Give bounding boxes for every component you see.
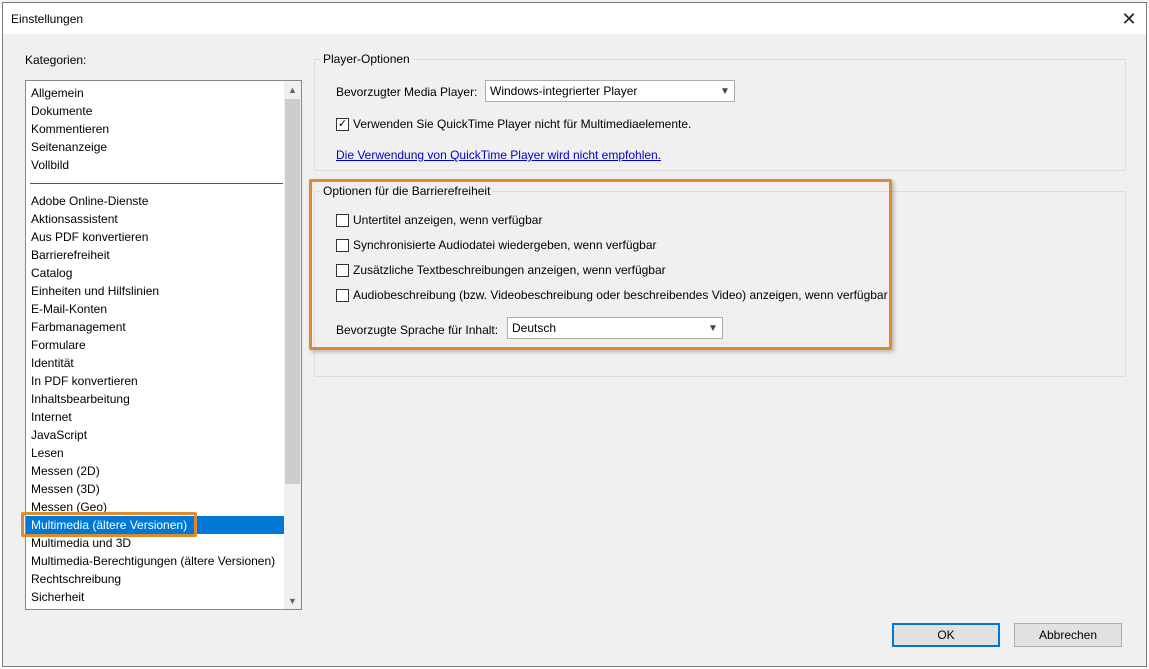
category-item[interactable]: Allgemein xyxy=(26,84,285,102)
category-item[interactable]: Farbmanagement xyxy=(26,318,285,336)
category-item[interactable]: Multimedia-Berechtigungen (ältere Versio… xyxy=(26,552,285,570)
list-scrollbar[interactable]: ▲ ▼ xyxy=(284,81,301,609)
categories-label: Kategorien: xyxy=(25,53,87,67)
category-item[interactable]: Sicherheit xyxy=(26,588,285,606)
accessibility-checkbox[interactable] xyxy=(336,263,349,277)
category-item[interactable]: Dokumente xyxy=(26,102,285,120)
accessibility-options-title: Optionen für die Barrierefreiheit xyxy=(321,184,493,198)
quicktime-checkbox[interactable]: ✓ xyxy=(336,117,349,131)
accessibility-checkbox[interactable] xyxy=(336,238,349,252)
category-item[interactable]: Identität xyxy=(26,354,285,372)
category-item[interactable]: Inhaltsbearbeitung xyxy=(26,390,285,408)
ok-button[interactable]: OK xyxy=(892,623,1000,647)
category-item[interactable]: Catalog xyxy=(26,264,285,282)
accessibility-option-label: Zusätzliche Textbeschreibungen anzeigen,… xyxy=(353,263,666,277)
categories-list[interactable]: Allgemein Dokumente Kommentieren Seitenanze… xyxy=(25,80,302,610)
category-separator xyxy=(26,174,285,192)
scroll-down-icon[interactable]: ▼ xyxy=(284,592,301,609)
accessibility-option[interactable]: Untertitel anzeigen, wenn verfügbar xyxy=(336,213,542,227)
accessibility-option[interactable]: Synchronisierte Audiodatei wiedergeben, … xyxy=(336,238,657,252)
language-label: Bevorzugte Sprache für Inhalt: xyxy=(336,323,499,337)
category-item[interactable]: Messen (3D) xyxy=(26,480,285,498)
quicktime-link[interactable]: Die Verwendung von QuickTime Player wird… xyxy=(336,148,661,162)
window-title: Einstellungen xyxy=(11,12,84,26)
language-value: Deutsch xyxy=(512,321,557,335)
language-select[interactable]: Deutsch ▼ xyxy=(507,317,723,339)
media-player-select[interactable]: Windows-integrierter Player ▼ xyxy=(485,80,735,102)
category-item[interactable]: Rechtschreibung xyxy=(26,570,285,588)
title-bar: Einstellungen ✕ xyxy=(3,3,1146,34)
category-item[interactable]: Messen (2D) xyxy=(26,462,285,480)
cancel-button[interactable]: Abbrechen xyxy=(1014,623,1122,647)
accessibility-option[interactable]: Audiobeschreibung (bzw. Videobeschreibun… xyxy=(336,288,888,302)
player-options-title: Player-Optionen xyxy=(321,52,412,66)
category-item[interactable]: Kommentieren xyxy=(26,120,285,138)
chevron-down-icon: ▼ xyxy=(708,322,718,334)
scroll-thumb[interactable] xyxy=(285,99,300,484)
category-item[interactable]: Barrierefreiheit xyxy=(26,246,285,264)
accessibility-checkbox[interactable] xyxy=(336,288,349,302)
category-item[interactable]: Internet xyxy=(26,408,285,426)
category-item[interactable]: Lesen xyxy=(26,444,285,462)
accessibility-option[interactable]: Zusätzliche Textbeschreibungen anzeigen,… xyxy=(336,263,666,277)
category-item-selected[interactable]: Multimedia (ältere Versionen) xyxy=(26,516,285,534)
quicktime-label: Verwenden Sie QuickTime Player nicht für… xyxy=(353,117,692,131)
media-player-label: Bevorzugter Media Player: xyxy=(336,85,478,99)
category-item[interactable]: Adobe Online-Dienste xyxy=(26,192,285,210)
category-item[interactable]: Aus PDF konvertieren xyxy=(26,228,285,246)
media-player-value: Windows-integrierter Player xyxy=(490,84,638,98)
category-item[interactable]: JavaScript xyxy=(26,426,285,444)
player-options-group: Player-Optionen Bevorzugter Media Player… xyxy=(314,52,1126,171)
accessibility-option-label: Audiobeschreibung (bzw. Videobeschreibun… xyxy=(353,288,888,302)
category-item[interactable]: Seitenanzeige xyxy=(26,138,285,156)
settings-dialog: Einstellungen ✕ Kategorien: Allgemein Dok… xyxy=(2,2,1147,667)
quicktime-option[interactable]: ✓ Verwenden Sie QuickTime Player nicht f… xyxy=(336,117,691,131)
accessibility-option-label: Untertitel anzeigen, wenn verfügbar xyxy=(353,213,543,227)
category-item[interactable]: Einheiten und Hilfslinien xyxy=(26,282,285,300)
categories-list-items: Allgemein Dokumente Kommentieren Seitenanze… xyxy=(26,84,285,606)
category-item[interactable]: In PDF konvertieren xyxy=(26,372,285,390)
chevron-down-icon: ▼ xyxy=(720,85,730,97)
category-item[interactable]: Multimedia und 3D xyxy=(26,534,285,552)
category-item[interactable]: Messen (Geo) xyxy=(26,498,285,516)
scroll-up-icon[interactable]: ▲ xyxy=(284,81,301,98)
accessibility-options-group: Optionen für die Barrierefreiheit Untert… xyxy=(314,184,1126,377)
accessibility-checkbox[interactable] xyxy=(336,213,349,227)
close-icon[interactable]: ✕ xyxy=(1116,6,1142,32)
category-item[interactable]: Vollbild xyxy=(26,156,285,174)
accessibility-option-label: Synchronisierte Audiodatei wiedergeben, … xyxy=(353,238,657,252)
category-item[interactable]: E-Mail-Konten xyxy=(26,300,285,318)
category-item[interactable]: Aktionsassistent xyxy=(26,210,285,228)
category-item[interactable]: Formulare xyxy=(26,336,285,354)
